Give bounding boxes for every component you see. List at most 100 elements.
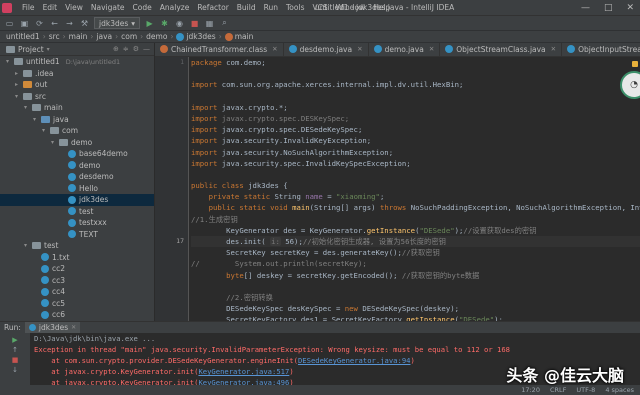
stacktrace-link[interactable]: DESedeKeyGenerator.java:94 bbox=[298, 356, 411, 365]
run-icon[interactable]: ▶ bbox=[144, 18, 155, 29]
tree-item[interactable]: TEXT bbox=[0, 229, 154, 241]
chevron-down-icon[interactable]: ▾ bbox=[22, 242, 29, 249]
tree-item[interactable]: cc3 bbox=[0, 275, 154, 287]
breadcrumb: untitled1 › src › main › java › com › demo › jdk3des… bbox=[0, 30, 640, 43]
stop-icon[interactable]: ■ bbox=[11, 355, 20, 364]
tree-item[interactable]: testxxx bbox=[0, 217, 154, 229]
build-hammer-icon[interactable]: ⚒ bbox=[79, 18, 90, 29]
tree-item[interactable]: ▸ .idea bbox=[0, 68, 154, 80]
menu-build[interactable]: Build bbox=[233, 3, 260, 12]
tree-item[interactable]: base64demo bbox=[0, 148, 154, 160]
editor-tab[interactable]: ChainedTransformer.class ✕ bbox=[155, 43, 284, 56]
status-item[interactable]: CRLF bbox=[550, 386, 566, 394]
chevron-down-icon[interactable]: ▾ bbox=[22, 104, 29, 111]
maximize-icon[interactable]: □ bbox=[604, 3, 613, 13]
tree-item[interactable]: ▾ demo bbox=[0, 137, 154, 149]
menu-file[interactable]: File bbox=[18, 3, 39, 12]
project-structure-icon[interactable]: ▦ bbox=[204, 18, 215, 29]
code-editor[interactable]: package com.demo; import com.sun.org.apa… bbox=[191, 57, 640, 321]
hide-icon[interactable]: — bbox=[143, 45, 150, 53]
editor-tab[interactable]: ObjectStreamClass.java ✕ bbox=[440, 43, 563, 56]
tree-item[interactable]: cc5 bbox=[0, 298, 154, 310]
menu-edit[interactable]: Edit bbox=[39, 3, 62, 12]
chevron-down-icon[interactable]: ▾ bbox=[47, 46, 50, 53]
rerun-icon[interactable]: ▶ bbox=[11, 335, 20, 344]
menu-analyze[interactable]: Analyze bbox=[156, 3, 194, 12]
status-item[interactable]: UTF-8 bbox=[576, 386, 595, 394]
tree-item[interactable]: ▾ com bbox=[0, 125, 154, 137]
tree-item[interactable]: ▾ java bbox=[0, 114, 154, 126]
breadcrumb-item[interactable]: com bbox=[121, 32, 137, 41]
tree-item[interactable]: ▾ untitled1 D:\java\untitled1 bbox=[0, 56, 154, 68]
close-icon[interactable]: ✕ bbox=[551, 45, 556, 53]
close-icon[interactable]: ✕ bbox=[626, 3, 634, 13]
save-icon[interactable]: ▣ bbox=[19, 18, 30, 29]
tree-item[interactable]: ▾ main bbox=[0, 102, 154, 114]
breadcrumb-item[interactable]: src bbox=[49, 32, 60, 41]
run-config-select[interactable]: jdk3des ▾ bbox=[94, 17, 141, 29]
tree-item[interactable]: Hello bbox=[0, 183, 154, 195]
search-icon[interactable]: ⌕ bbox=[219, 18, 230, 29]
menu-navigate[interactable]: Navigate bbox=[87, 3, 129, 12]
breadcrumb-item[interactable]: main bbox=[224, 32, 253, 41]
tree-item[interactable]: demo bbox=[0, 160, 154, 172]
menu-tools[interactable]: Tools bbox=[282, 3, 308, 12]
chevron-right-icon[interactable]: ▸ bbox=[13, 70, 20, 77]
tree-item[interactable]: ▾ test bbox=[0, 240, 154, 252]
tree-item[interactable]: jdk3des bbox=[0, 194, 154, 206]
close-icon[interactable]: ✕ bbox=[71, 324, 76, 331]
chevron-down-icon[interactable]: ▾ bbox=[40, 127, 47, 134]
tree-item-label: demo bbox=[79, 160, 101, 170]
warning-marker-icon[interactable] bbox=[632, 61, 638, 67]
editor-tab[interactable]: demo.java ✕ bbox=[369, 43, 441, 56]
forward-icon[interactable]: → bbox=[64, 18, 75, 29]
tree-item[interactable]: ▾ src bbox=[0, 91, 154, 103]
menu-refactor[interactable]: Refactor bbox=[193, 3, 232, 12]
back-icon[interactable]: ← bbox=[49, 18, 60, 29]
tree-item[interactable]: test bbox=[0, 206, 154, 218]
breadcrumb-item[interactable]: java bbox=[96, 32, 112, 41]
locate-icon[interactable]: ⊕ bbox=[113, 45, 119, 53]
tree-item[interactable]: ▸ out bbox=[0, 79, 154, 91]
project-panel-title[interactable]: Project bbox=[18, 45, 44, 54]
sync-icon[interactable]: ⟳ bbox=[34, 18, 45, 29]
open-folder-icon[interactable]: ▭ bbox=[4, 18, 15, 29]
chevron-down-icon[interactable]: ▾ bbox=[31, 116, 38, 123]
menu-view[interactable]: View bbox=[61, 3, 87, 12]
menu-code[interactable]: Code bbox=[129, 3, 156, 12]
close-icon[interactable]: ✕ bbox=[357, 45, 362, 53]
tree-item[interactable]: cc6 bbox=[0, 309, 154, 321]
floating-assistant-icon[interactable]: ◔ bbox=[620, 71, 640, 99]
status-item[interactable]: 4 spaces bbox=[605, 386, 634, 394]
debug-icon[interactable]: ✱ bbox=[159, 18, 170, 29]
editor-tab[interactable]: ObjectInputStream.java✕ bbox=[562, 43, 640, 56]
chevron-down-icon[interactable]: ▾ bbox=[4, 58, 11, 65]
close-icon[interactable]: ✕ bbox=[272, 45, 277, 53]
chevron-right-icon[interactable]: ▸ bbox=[13, 81, 20, 88]
breadcrumb-item[interactable]: untitled1 bbox=[6, 32, 40, 41]
chevron-down-icon[interactable]: ▾ bbox=[13, 93, 20, 100]
breadcrumb-item[interactable]: demo bbox=[146, 32, 167, 41]
chevron-down-icon[interactable]: ▾ bbox=[49, 139, 56, 146]
editor-tab[interactable]: desdemo.java ✕ bbox=[284, 43, 369, 56]
tree-item[interactable]: desdemo bbox=[0, 171, 154, 183]
scroll-down-icon[interactable]: ↓ bbox=[11, 365, 20, 374]
status-item[interactable]: 17:20 bbox=[521, 386, 540, 394]
coverage-icon[interactable]: ◉ bbox=[174, 18, 185, 29]
close-icon[interactable]: ✕ bbox=[429, 45, 434, 53]
minimize-icon[interactable]: — bbox=[581, 3, 590, 13]
stop-icon[interactable]: ■ bbox=[189, 18, 200, 29]
breadcrumb-item[interactable]: main bbox=[69, 32, 88, 41]
collapse-icon[interactable]: ≑ bbox=[123, 45, 129, 53]
breadcrumb-item[interactable]: jdk3des bbox=[176, 32, 216, 41]
tree-item[interactable]: cc2 bbox=[0, 263, 154, 275]
menu-run[interactable]: Run bbox=[260, 3, 282, 12]
gear-icon[interactable]: ⚙ bbox=[133, 45, 139, 53]
stacktrace-link[interactable]: KeyGenerator.java:517 bbox=[198, 367, 289, 376]
run-tab[interactable]: jdk3des ✕ bbox=[24, 322, 81, 333]
tree-item[interactable]: cc4 bbox=[0, 286, 154, 298]
scroll-up-icon[interactable]: ↑ bbox=[11, 345, 20, 354]
breadcrumb-separator-icon: › bbox=[62, 32, 66, 41]
tree-item[interactable]: 1.txt bbox=[0, 252, 154, 264]
